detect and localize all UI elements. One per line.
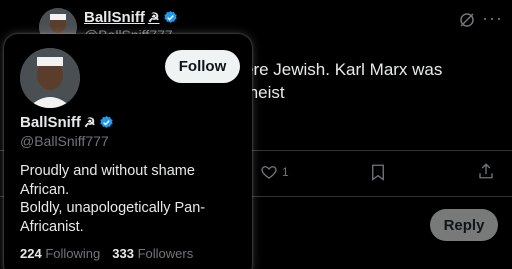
- profile-stats: 224 Following 333 Followers: [20, 246, 193, 261]
- bookmark-button[interactable]: [369, 162, 387, 187]
- tweet-text: ere Jewish. Karl Marx was theist: [244, 58, 442, 104]
- profile-hover-card: Follow BallSniff ☭ @BallSniff777 Proudly…: [4, 34, 252, 269]
- profile-avatar[interactable]: [20, 48, 80, 108]
- following-link[interactable]: 224 Following: [20, 246, 100, 261]
- bio-line: Boldly, unapologetically Pan-: [20, 200, 206, 216]
- hammer-sickle-emoji: ☭: [147, 9, 160, 25]
- profile-handle[interactable]: @BallSniff777: [20, 133, 109, 149]
- bookmark-icon: [372, 164, 384, 181]
- reply-button[interactable]: Reply: [430, 209, 498, 241]
- followers-label: Followers: [137, 246, 194, 261]
- bio-line: African.: [20, 181, 70, 198]
- following-label: Following: [45, 246, 101, 261]
- profile-name-text: BallSniff: [20, 114, 81, 131]
- profile-name[interactable]: BallSniff ☭: [20, 114, 114, 131]
- share-button[interactable]: [477, 161, 495, 186]
- tweet-author-name[interactable]: BallSniff ☭: [84, 9, 178, 26]
- following-count: 224: [20, 246, 42, 261]
- followers-count: 333: [112, 246, 134, 261]
- verified-badge-icon: [163, 10, 177, 23]
- tweet-text-line-1: ere Jewish. Karl Marx was: [244, 60, 443, 79]
- follow-button[interactable]: Follow: [165, 50, 240, 83]
- grok-icon[interactable]: [458, 11, 476, 29]
- like-count: 1: [282, 165, 289, 179]
- profile-bio: Proudly and without shame African. Boldl…: [20, 162, 205, 236]
- verified-badge-icon: [99, 115, 113, 128]
- hammer-sickle-emoji: ☭: [83, 114, 96, 130]
- like-button[interactable]: 1: [260, 163, 289, 181]
- bio-line: Africanist.: [20, 218, 84, 235]
- like-icon: [261, 166, 277, 179]
- bio-line: Proudly and without shame: [20, 163, 195, 179]
- tweet-author-name-text: BallSniff: [84, 9, 145, 26]
- share-icon: [479, 163, 493, 179]
- followers-link[interactable]: 333 Followers: [112, 246, 193, 261]
- more-icon[interactable]: ···: [482, 8, 503, 29]
